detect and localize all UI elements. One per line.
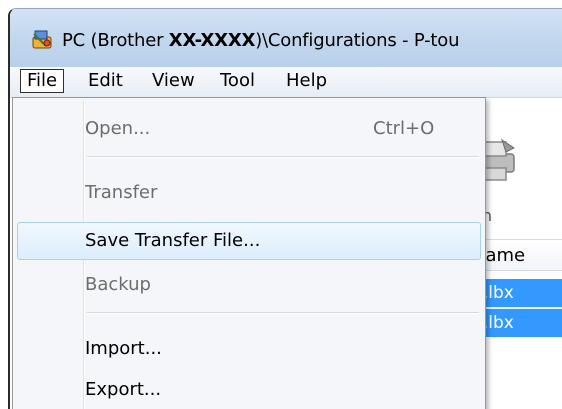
menu-file[interactable]: File [20, 69, 65, 93]
menu-item-import[interactable]: Import... [85, 332, 162, 366]
menu-item-backup[interactable]: Backup [85, 268, 151, 302]
menu-item-open-shortcut: Ctrl+O [373, 118, 435, 139]
app-icon[interactable] [30, 28, 54, 52]
menu-help[interactable]: Help [280, 69, 333, 93]
menu-edit[interactable]: Edit [82, 69, 129, 93]
window-title-prefix: PC (Brother [62, 30, 169, 51]
window-title-suffix: )\Configurations - P-tou [255, 30, 460, 51]
file-menu-dropdown: Open... Ctrl+O Transfer Save Transfer Fi… [12, 97, 486, 409]
app-window: PC (Brother XX-XXXX)\Configurations - P-… [8, 8, 562, 409]
menu-view[interactable]: View [146, 69, 201, 93]
menu-separator [87, 312, 479, 314]
window-title: PC (Brother XX-XXXX)\Configurations - P-… [62, 30, 460, 51]
menu-item-transfer[interactable]: Transfer [85, 176, 157, 210]
menu-separator [87, 156, 479, 158]
menu-bar: File Edit View Tool Help [10, 67, 562, 98]
menu-tool[interactable]: Tool [214, 69, 261, 93]
title-bar[interactable]: PC (Brother XX-XXXX)\Configurations - P-… [10, 9, 562, 67]
window-title-model: XX-XXXX [168, 30, 256, 51]
menu-item-export[interactable]: Export... [85, 373, 161, 407]
menu-item-save-transfer-file[interactable]: Save Transfer File... [85, 224, 260, 258]
menu-item-open[interactable]: Open... [85, 112, 150, 146]
